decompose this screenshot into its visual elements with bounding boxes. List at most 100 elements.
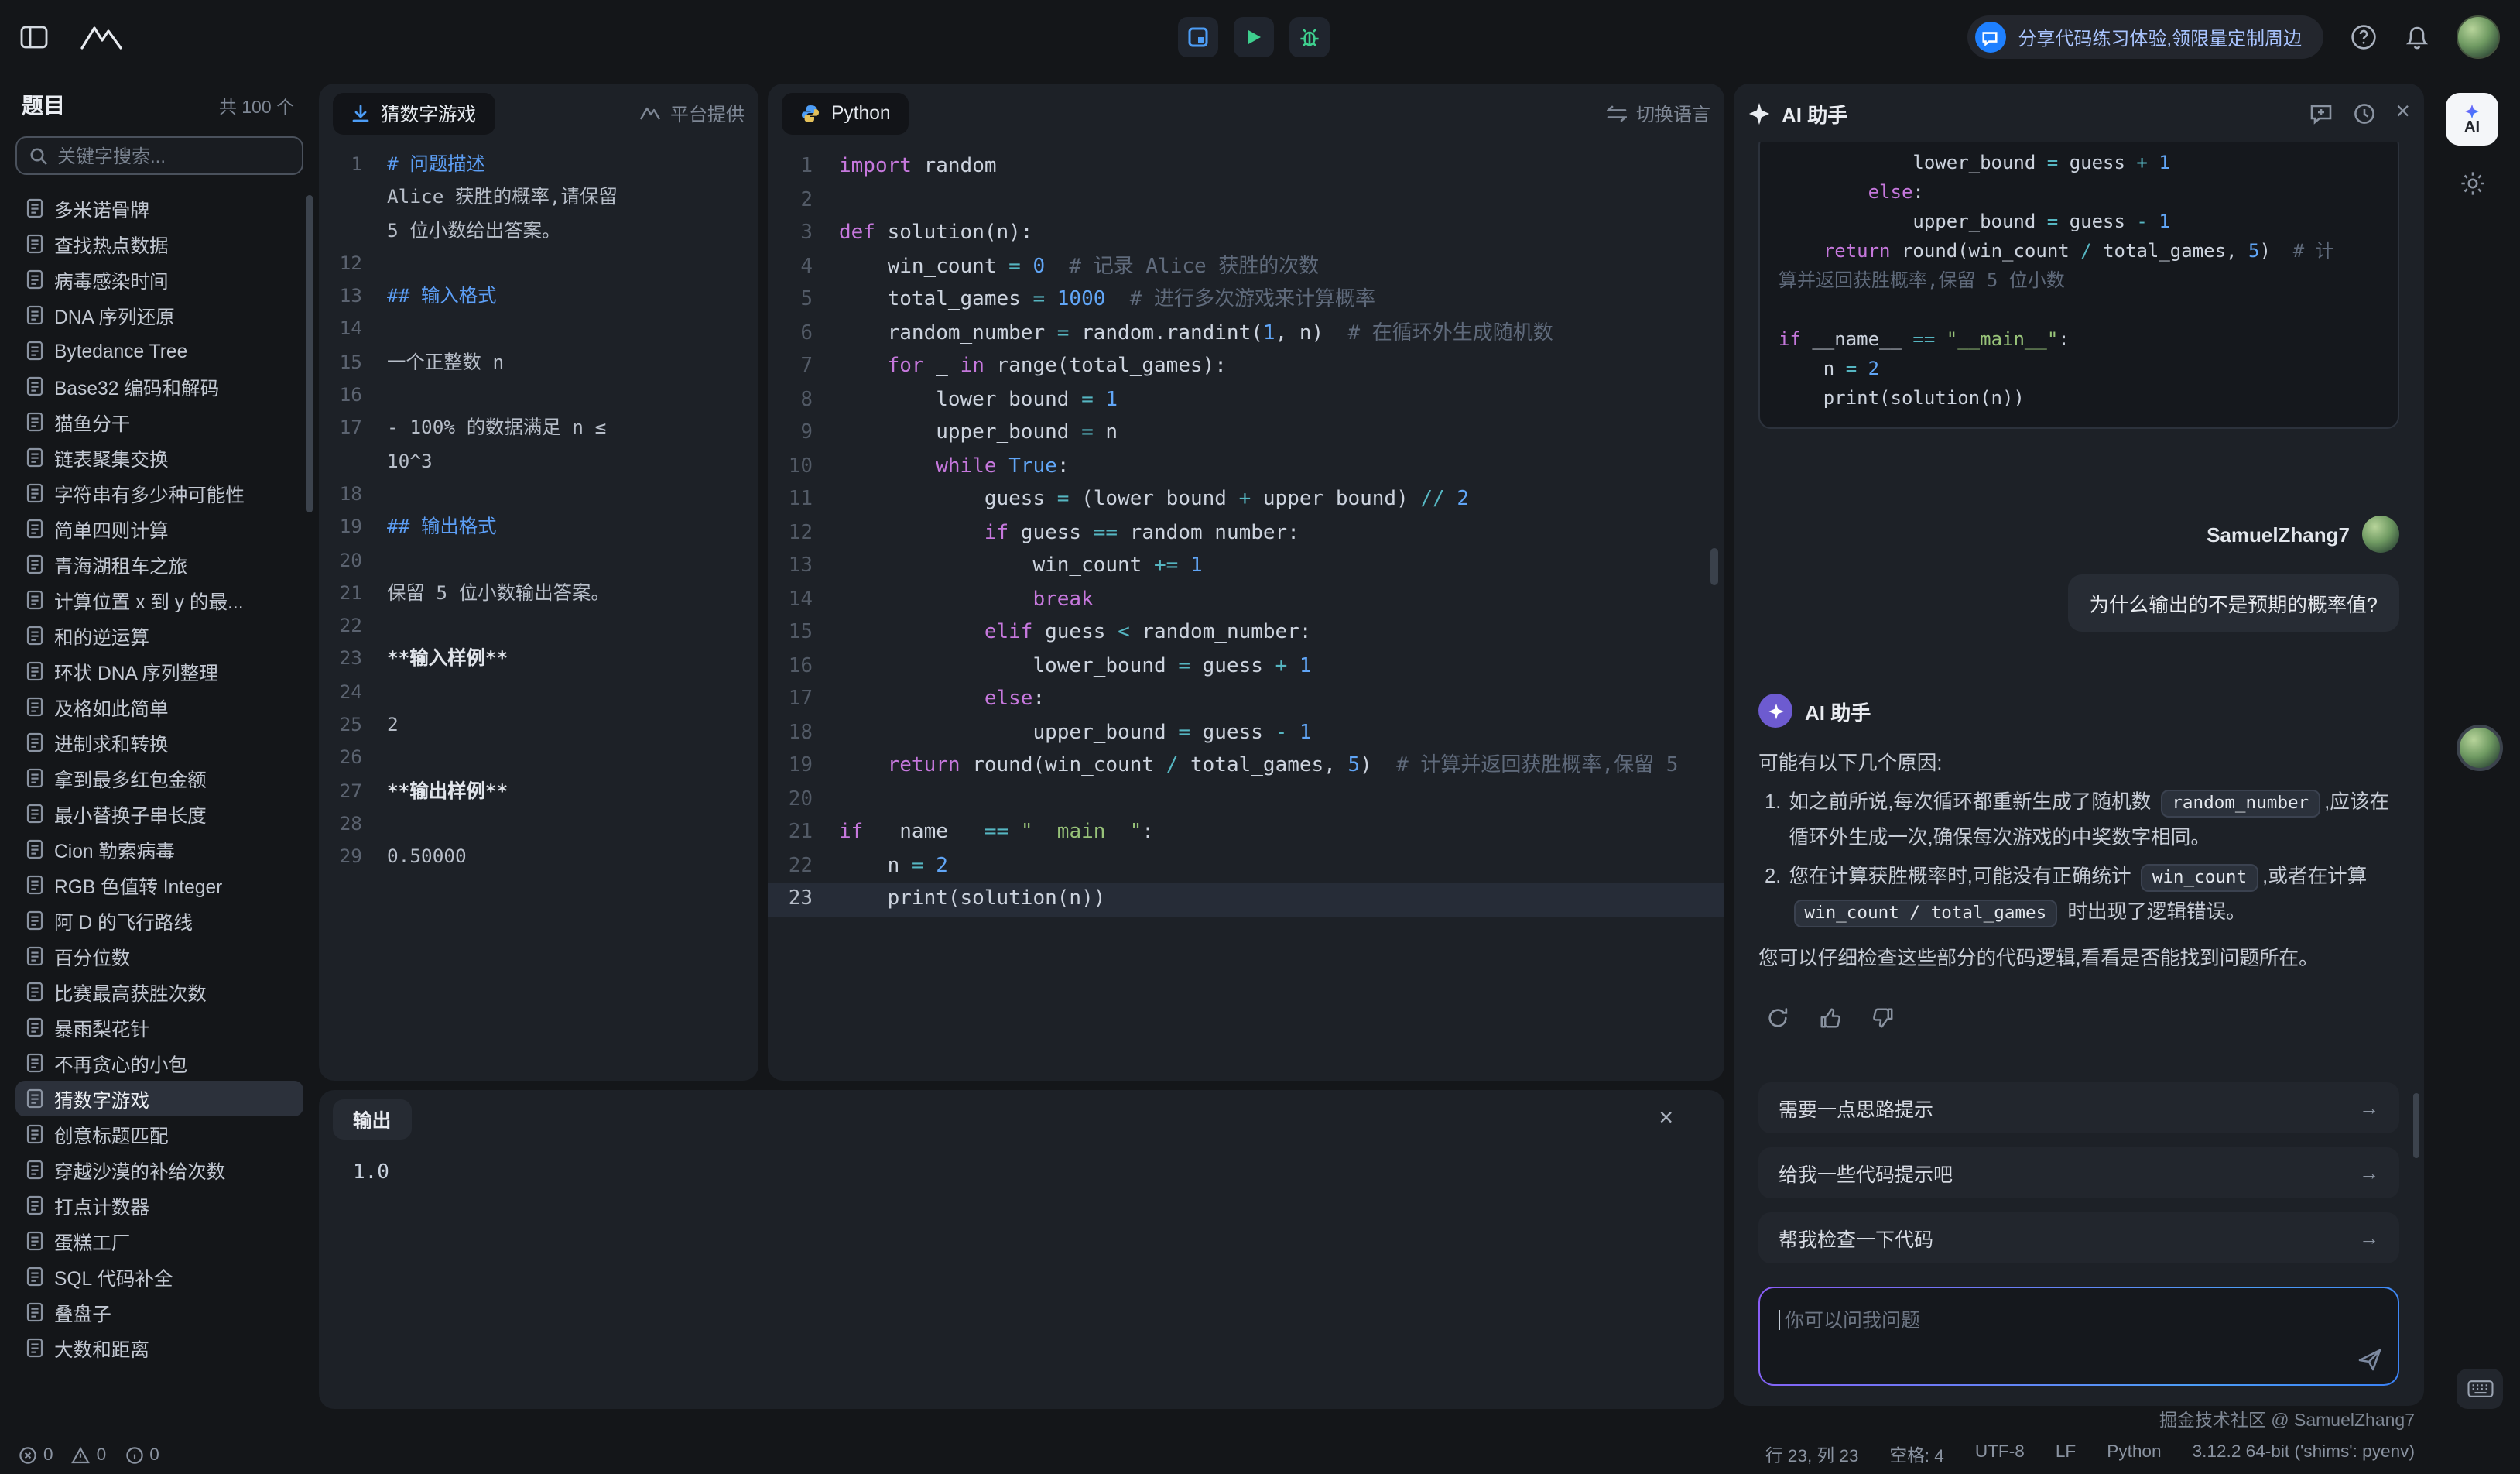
- run-button[interactable]: [1234, 17, 1274, 57]
- sidebar-item[interactable]: 简单四则计算: [15, 511, 303, 547]
- sidebar-item[interactable]: 蛋糕工厂: [15, 1223, 303, 1259]
- sidebar-item[interactable]: 环状 DNA 序列整理: [15, 653, 303, 689]
- editor-scrollbar[interactable]: [1710, 548, 1718, 585]
- close-panel-icon[interactable]: ×: [2395, 101, 2410, 125]
- sidebar-item[interactable]: Base32 编码和解码: [15, 368, 303, 404]
- arrow-right-icon: →: [2359, 1161, 2379, 1184]
- status-item[interactable]: 空格: 4: [1890, 1442, 1944, 1467]
- error-indicator[interactable]: 0: [19, 1445, 53, 1464]
- sidebar-item[interactable]: 及格如此简单: [15, 689, 303, 725]
- sidebar-item[interactable]: DNA 序列还原: [15, 297, 303, 333]
- sidebar-item[interactable]: 穿越沙漠的补给次数: [15, 1152, 303, 1188]
- status-item[interactable]: 行 23, 列 23: [1765, 1442, 1859, 1467]
- statusbar: 0 0 0 行 23, 列 23 空格: 4 UTF-8 LF Python 3.12.2…: [0, 1435, 2520, 1474]
- provider-label-wrap: 平台提供: [639, 100, 745, 126]
- sidebar-item[interactable]: 链表聚集交换: [15, 440, 303, 475]
- sidebar-scrollbar[interactable]: [306, 195, 313, 512]
- thumbs-up-icon[interactable]: [1811, 999, 1848, 1037]
- sidebar-item[interactable]: SQL 代码补全: [15, 1259, 303, 1294]
- output-value: 1.0: [319, 1149, 1724, 1184]
- sidebar-item[interactable]: 猜数字游戏: [15, 1081, 303, 1116]
- warning-indicator[interactable]: 0: [72, 1445, 107, 1464]
- help-icon[interactable]: [2350, 23, 2378, 51]
- code-lines[interactable]: 1import random2 3def solution(n):4 win_c…: [768, 142, 1724, 1073]
- run-controls: [1178, 17, 1330, 57]
- status-item[interactable]: Python: [2107, 1442, 2161, 1467]
- new-chat-icon[interactable]: [2309, 101, 2332, 125]
- suggestion-button[interactable]: 帮我检查一下代码→: [1758, 1212, 2399, 1263]
- sidebar-item[interactable]: 字符串有多少种可能性: [15, 475, 303, 511]
- sidebar-item[interactable]: 计算位置 x 到 y 的最...: [15, 582, 303, 618]
- code-line: n = 2: [1779, 355, 2379, 384]
- sidebar-item[interactable]: 阿 D 的飞行路线: [15, 903, 303, 938]
- sidebar-item[interactable]: Cion 勒索病毒: [15, 831, 303, 867]
- sidebar-item[interactable]: 和的逆运算: [15, 618, 303, 653]
- sidebar-item[interactable]: 百分位数: [15, 938, 303, 974]
- sidebar-item[interactable]: RGB 色值转 Integer: [15, 867, 303, 903]
- code-line: return round(win_count / total_games, 5)…: [1779, 237, 2379, 266]
- search-input[interactable]: 关键字搜索...: [15, 136, 303, 175]
- problem-tab[interactable]: 猜数字游戏: [333, 92, 495, 134]
- right-rail: AI: [2424, 74, 2520, 197]
- sidebar-item[interactable]: 青海湖租车之旅: [15, 547, 303, 582]
- code-line: 6 random_number = random.randint(1, n) #…: [768, 317, 1724, 350]
- sidebar-item[interactable]: 不再贪心的小包: [15, 1045, 303, 1081]
- embed-button[interactable]: [1178, 17, 1218, 57]
- ai-badge-label: AI: [2464, 120, 2480, 135]
- problems-sidebar: 题目 共 100 个 关键字搜索... 多米诺骨牌查找热点数据病毒感染时间DNA…: [0, 74, 316, 1409]
- status-item[interactable]: UTF-8: [1975, 1442, 2025, 1467]
- ai-panel-scrollbar[interactable]: [2413, 1093, 2419, 1158]
- history-icon[interactable]: [2352, 101, 2375, 125]
- code-line: 14 break: [768, 583, 1724, 616]
- notifications-bell-icon[interactable]: [2404, 23, 2430, 51]
- sidebar-item[interactable]: 叠盘子: [15, 1294, 303, 1330]
- code-line: 2: [768, 183, 1724, 217]
- sidebar-item[interactable]: 比赛最高获胜次数: [15, 974, 303, 1010]
- keyboard-shortcut-button[interactable]: [2457, 1369, 2503, 1409]
- sidebar-item[interactable]: 多米诺骨牌: [15, 190, 303, 226]
- sidebar-item[interactable]: Bytedance Tree: [15, 333, 303, 368]
- status-item[interactable]: 3.12.2 64-bit ('shims': pyenv): [2193, 1442, 2415, 1467]
- user-avatar[interactable]: [2457, 15, 2500, 59]
- switch-language-button[interactable]: 切换语言: [1607, 100, 1710, 126]
- sidebar-item[interactable]: 拿到最多红包金额: [15, 760, 303, 796]
- regenerate-icon[interactable]: [1758, 999, 1796, 1037]
- problem-line: 252: [319, 709, 758, 742]
- status-item[interactable]: LF: [2056, 1442, 2076, 1467]
- sidebar-item[interactable]: 猫鱼分干: [15, 404, 303, 440]
- output-close-icon[interactable]: ×: [1659, 1107, 1673, 1132]
- suggestion-button[interactable]: 需要一点思路提示→: [1758, 1082, 2399, 1133]
- sidebar-item[interactable]: 大数和距离: [15, 1330, 303, 1366]
- sidebar-item[interactable]: 创意标题匹配: [15, 1116, 303, 1152]
- ai-toggle-badge[interactable]: AI: [2446, 93, 2498, 146]
- problem-line: 290.50000: [319, 841, 758, 874]
- app-logo-mountain-icon[interactable]: [79, 23, 125, 51]
- language-tab[interactable]: Python: [782, 92, 909, 134]
- ai-intro: 可能有以下几个原因:: [1758, 746, 2399, 780]
- info-indicator[interactable]: 0: [125, 1445, 159, 1464]
- problem-line: Alice 获胜的概率,请保留: [319, 182, 758, 215]
- send-icon[interactable]: [2357, 1347, 2382, 1372]
- ai-input-box[interactable]: 你可以问我问题: [1758, 1287, 2399, 1386]
- sidebar-item[interactable]: 查找热点数据: [15, 226, 303, 262]
- ai-chat-scroll[interactable]: lower_bound = guess + 1 else: upper_boun…: [1734, 142, 2424, 1068]
- sidebar-item[interactable]: 进制求和转换: [15, 725, 303, 760]
- debug-bug-button[interactable]: [1289, 17, 1330, 57]
- problem-line: 16: [319, 379, 758, 413]
- floating-user-avatar[interactable]: [2457, 725, 2503, 771]
- sidebar-toggle-icon[interactable]: [20, 25, 48, 50]
- problem-line: 24: [319, 677, 758, 710]
- thumbs-down-icon[interactable]: [1864, 999, 1901, 1037]
- suggestion-button[interactable]: 给我一些代码提示吧→: [1758, 1147, 2399, 1198]
- ai-actions: [1758, 999, 2399, 1037]
- settings-gear-icon[interactable]: [2459, 170, 2485, 197]
- sidebar-item[interactable]: 病毒感染时间: [15, 262, 303, 297]
- inline-code-chip: random_number: [2161, 790, 2320, 818]
- app-window: 分享代码练习体验,领限量定制周边 题目 共 100 个 关键字搜索... 多米诺…: [0, 0, 2520, 1474]
- sidebar-item[interactable]: 暴雨梨花针: [15, 1010, 303, 1045]
- problem-line: 1# 问题描述: [319, 149, 758, 182]
- sidebar-item[interactable]: 打点计数器: [15, 1188, 303, 1223]
- output-tab[interactable]: 输出: [333, 1099, 411, 1140]
- sidebar-item[interactable]: 最小替换子串长度: [15, 796, 303, 831]
- promo-banner[interactable]: 分享代码练习体验,领限量定制周边: [1967, 15, 2323, 59]
